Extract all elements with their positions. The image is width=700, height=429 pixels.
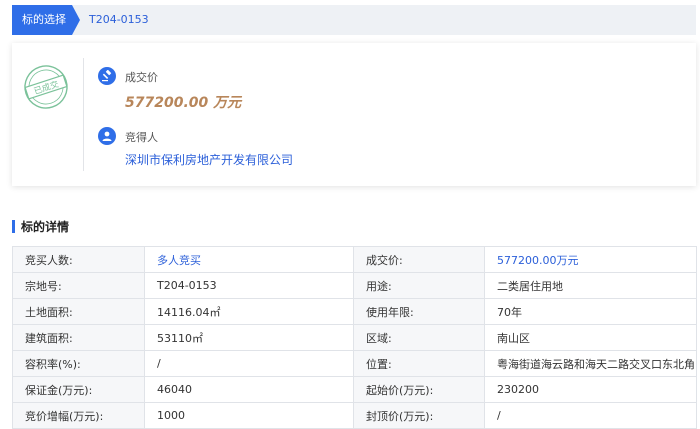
value-cell: 南山区	[484, 324, 697, 351]
label-cell: 保证金(万元):	[12, 376, 145, 403]
summary-card: 已成交 成交价 577200.00 万元 竞得人 深圳市保利房地产开发有限公司	[12, 43, 696, 186]
label-cell: 土地面积:	[12, 298, 145, 325]
breadcrumb-arrow	[72, 5, 80, 35]
label-cell: 成交价:	[353, 246, 485, 273]
value-cell: 577200.00万元	[484, 246, 697, 273]
value-cell: 46040	[144, 376, 354, 403]
table-row: 竞买人数: 多人竞买 成交价: 577200.00万元	[12, 246, 697, 273]
value-cell: 多人竞买	[144, 246, 354, 273]
value-cell: 粤海街道海云路和海天二路交叉口东北角	[484, 350, 697, 377]
value-cell: /	[484, 402, 697, 429]
breadcrumb-item-lot-selection[interactable]: 标的选择	[12, 5, 72, 35]
details-table: 竞买人数: 多人竞买 成交价: 577200.00万元 宗地号: T204-01…	[12, 246, 697, 429]
breadcrumb: 标的选择 T204-0153	[12, 5, 696, 35]
breadcrumb-item-current: T204-0153	[89, 13, 149, 26]
value-cell: /	[144, 350, 354, 377]
value-cell: 1000	[144, 402, 354, 429]
label-cell: 建筑面积:	[12, 324, 145, 351]
value-cell: 14116.04㎡	[144, 298, 354, 325]
table-row: 建筑面积: 53110㎡ 区域: 南山区	[12, 324, 697, 351]
price-label: 成交价	[125, 71, 158, 84]
label-cell: 竞价增幅(万元):	[12, 402, 145, 429]
table-row: 保证金(万元): 46040 起始价(万元): 230200	[12, 376, 697, 403]
label-cell: 竞买人数:	[12, 246, 145, 273]
gavel-icon	[98, 67, 116, 85]
label-cell: 区域:	[353, 324, 485, 351]
label-cell: 使用年限:	[353, 298, 485, 325]
label-cell: 起始价(万元):	[353, 376, 485, 403]
table-row: 土地面积: 14116.04㎡ 使用年限: 70年	[12, 298, 697, 325]
label-cell: 宗地号:	[12, 272, 145, 299]
table-row: 竞价增幅(万元): 1000 封顶价(万元): /	[12, 402, 697, 429]
deal-price: 577200.00 万元	[125, 95, 242, 111]
label-cell: 封顶价(万元):	[353, 402, 485, 429]
user-icon	[98, 127, 116, 145]
label-cell: 用途:	[353, 272, 485, 299]
value-cell: T204-0153	[144, 272, 354, 299]
label-cell: 容积率(%):	[12, 350, 145, 377]
value-cell: 二类居住用地	[484, 272, 697, 299]
winner-label: 竞得人	[125, 131, 158, 144]
table-row: 容积率(%): / 位置: 粤海街道海云路和海天二路交叉口东北角	[12, 350, 697, 377]
section-marker	[12, 220, 15, 233]
winner-name[interactable]: 深圳市保利房地产开发有限公司	[125, 151, 293, 168]
value-cell: 70年	[484, 298, 697, 325]
section-title: 标的详情	[21, 220, 70, 234]
sold-stamp-icon: 已成交	[24, 65, 68, 109]
label-cell: 位置:	[353, 350, 485, 377]
value-cell: 230200	[484, 376, 697, 403]
divider	[83, 58, 84, 171]
value-cell: 53110㎡	[144, 324, 354, 351]
table-row: 宗地号: T204-0153 用途: 二类居住用地	[12, 272, 697, 299]
